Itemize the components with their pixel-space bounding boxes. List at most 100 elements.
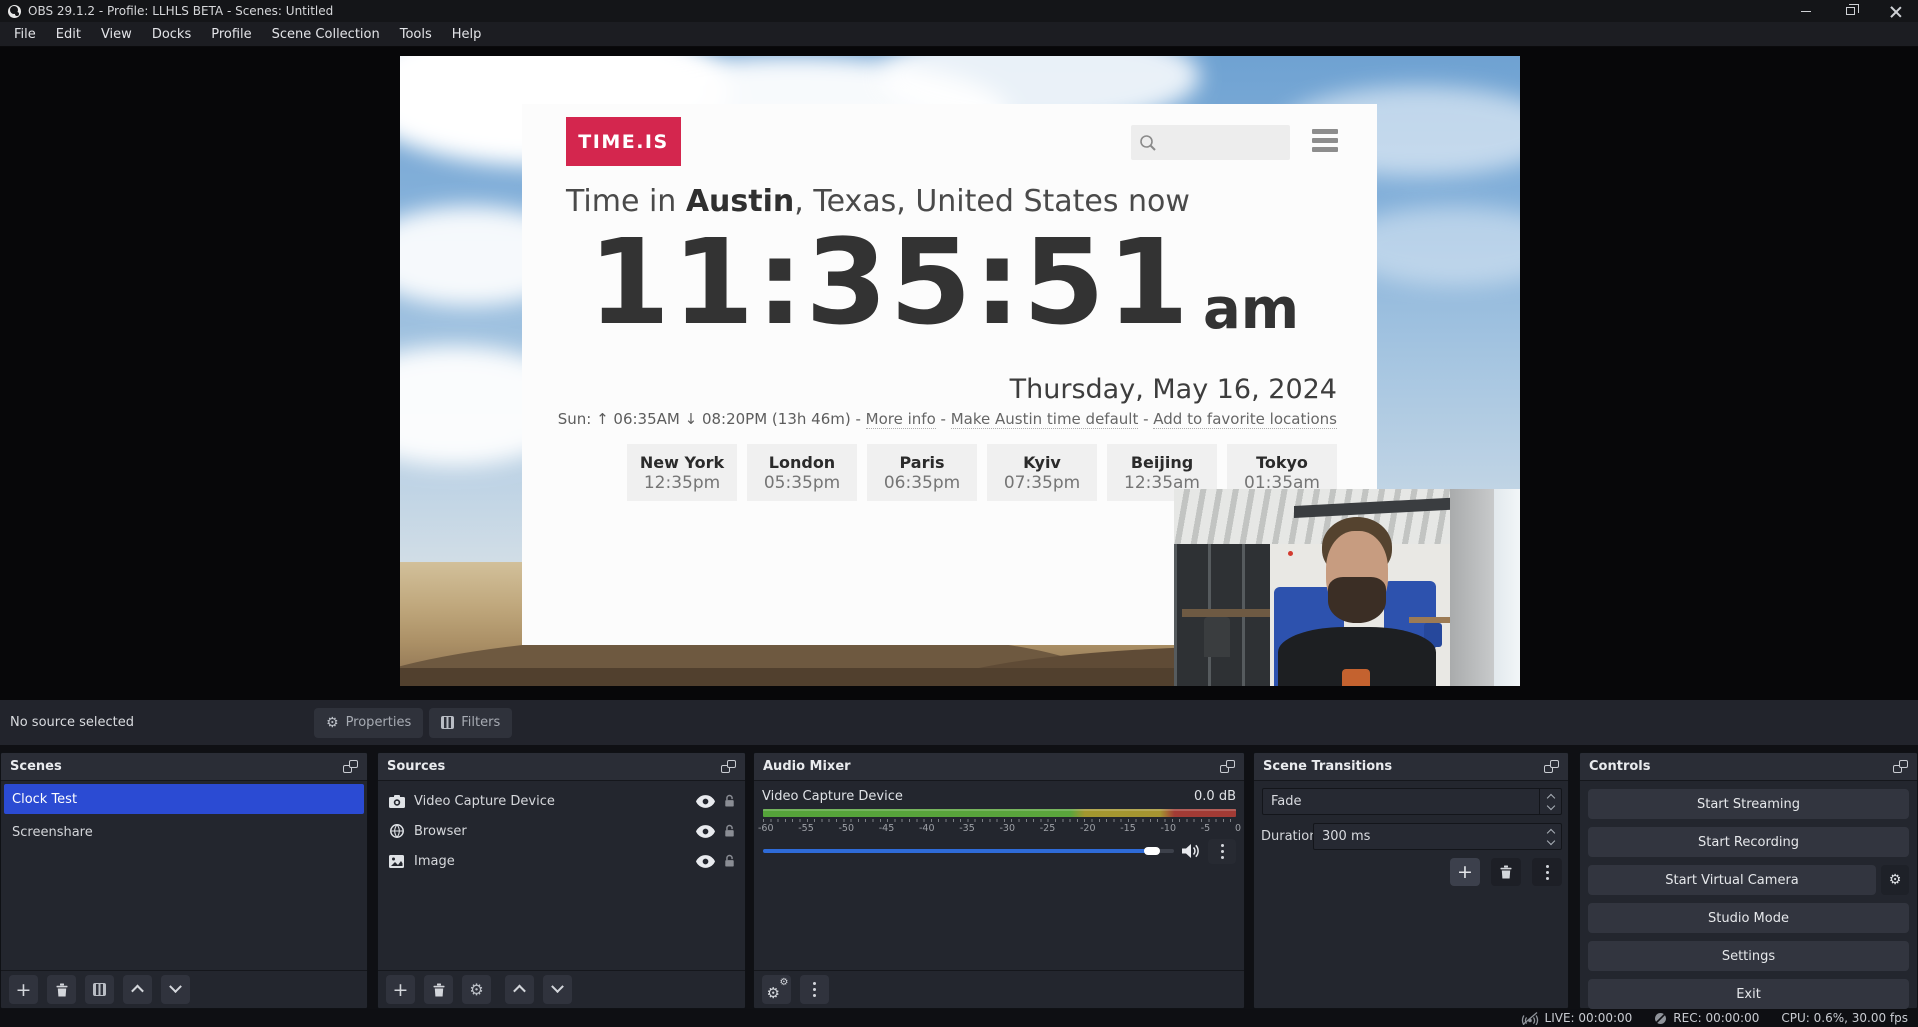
transition-options-button[interactable] xyxy=(1532,858,1562,886)
more-info-link: More info xyxy=(866,410,936,429)
menu-tools[interactable]: Tools xyxy=(390,22,442,47)
source-move-down-button[interactable] xyxy=(543,975,572,1004)
scene-move-up-button[interactable] xyxy=(123,975,152,1004)
live-status: LIVE: 00:00:00 xyxy=(1521,1011,1633,1025)
title-bar: OBS 29.1.2 - Profile: LLHLS BETA - Scene… xyxy=(0,0,1918,22)
close-button[interactable] xyxy=(1873,0,1918,22)
controls-panel: Controls Start Streaming Start Recording… xyxy=(1579,752,1918,1009)
trash-icon xyxy=(1500,865,1512,879)
advanced-audio-button[interactable]: ⚙⚙ xyxy=(762,975,791,1004)
popout-icon[interactable] xyxy=(1544,760,1559,773)
scene-filters-button[interactable] xyxy=(85,975,114,1004)
properties-button[interactable]: ⚙ Properties xyxy=(314,708,423,738)
unlock-icon[interactable] xyxy=(724,854,735,868)
restore-button[interactable] xyxy=(1828,0,1873,22)
volume-slider-fill xyxy=(763,849,1158,853)
sources-toolbar: + ⚙ xyxy=(378,970,745,1008)
start-virtual-camera-button[interactable]: Start Virtual Camera xyxy=(1588,865,1876,895)
source-properties-button[interactable]: ⚙ xyxy=(462,975,491,1004)
source-label: Video Capture Device xyxy=(414,794,687,809)
menu-view[interactable]: View xyxy=(91,22,142,47)
scene-item-screenshare[interactable]: Screenshare xyxy=(4,817,364,847)
unlock-icon[interactable] xyxy=(724,824,735,838)
minimize-button[interactable] xyxy=(1783,0,1828,22)
webcam-overlay xyxy=(1174,489,1520,686)
add-source-button[interactable]: + xyxy=(386,975,415,1004)
add-favorite-link: Add to favorite locations xyxy=(1153,410,1337,429)
menu-scene-collection[interactable]: Scene Collection xyxy=(262,22,390,47)
popout-icon[interactable] xyxy=(343,760,358,773)
image-icon xyxy=(388,855,405,868)
mixer-menu-button[interactable] xyxy=(800,975,829,1004)
transition-select[interactable]: Fade xyxy=(1262,788,1562,815)
studio-mode-button[interactable]: Studio Mode xyxy=(1588,903,1909,933)
add-scene-button[interactable]: + xyxy=(9,975,38,1004)
popout-icon[interactable] xyxy=(1893,760,1908,773)
gear-icon: ⚙ xyxy=(1889,872,1902,888)
hamburger-icon xyxy=(1312,129,1338,156)
visibility-eye-icon[interactable] xyxy=(696,795,715,808)
mixer-options-button[interactable] xyxy=(1208,839,1236,864)
controls-header: Controls xyxy=(1580,753,1917,781)
chevron-up-icon xyxy=(131,985,144,998)
scenes-panel-header: Scenes xyxy=(1,753,367,781)
scene-transitions-title: Scene Transitions xyxy=(1263,759,1392,774)
volume-meter xyxy=(763,809,1236,817)
settings-button[interactable]: Settings xyxy=(1588,941,1909,971)
source-move-up-button[interactable] xyxy=(505,975,534,1004)
mixer-db-value: 0.0 dB xyxy=(1194,789,1236,804)
preview-canvas[interactable]: TIME.IS Time in Austin, Texas, United St… xyxy=(400,56,1520,686)
start-streaming-button[interactable]: Start Streaming xyxy=(1588,789,1909,819)
source-row-video-capture[interactable]: Video Capture Device xyxy=(378,786,745,816)
popout-icon[interactable] xyxy=(1220,760,1235,773)
chevron-down-icon xyxy=(169,980,182,993)
cpu-fps-text: CPU: 0.6%, 30.00 fps xyxy=(1781,1011,1908,1025)
live-timer: LIVE: 00:00:00 xyxy=(1545,1011,1633,1025)
volume-meter-ticks xyxy=(763,819,1236,822)
sources-panel-header: Sources xyxy=(378,753,745,781)
menu-docks[interactable]: Docks xyxy=(142,22,201,47)
unlock-icon[interactable] xyxy=(724,794,735,808)
status-bar: LIVE: 00:00:00 REC: 00:00:00 CPU: 0.6%, … xyxy=(0,1009,1918,1027)
source-context-bar: No source selected ⚙ Properties Filters xyxy=(0,700,1918,745)
source-row-browser[interactable]: Browser xyxy=(378,816,745,846)
volume-meter-labels: -60-55-50-45-40-35-30-25-20-15-10-50 xyxy=(758,823,1241,834)
clock-ampm: am xyxy=(1203,282,1299,338)
timeis-logo-text: TIME.IS xyxy=(578,131,668,153)
sources-title: Sources xyxy=(387,759,445,774)
menu-profile[interactable]: Profile xyxy=(201,22,261,47)
remove-source-button[interactable] xyxy=(424,975,453,1004)
volume-slider-handle[interactable] xyxy=(1144,847,1160,855)
visibility-eye-icon[interactable] xyxy=(696,855,715,868)
visibility-eye-icon[interactable] xyxy=(696,825,715,838)
filters-button[interactable]: Filters xyxy=(429,708,512,738)
virtual-camera-config-button[interactable]: ⚙ xyxy=(1881,865,1909,895)
start-recording-button[interactable]: Start Recording xyxy=(1588,827,1909,857)
source-row-image[interactable]: Image xyxy=(378,846,745,876)
window-title: OBS 29.1.2 - Profile: LLHLS BETA - Scene… xyxy=(28,4,333,18)
scene-transitions-panel: Scene Transitions Fade Duration 300 ms + xyxy=(1253,752,1569,1009)
remove-scene-button[interactable] xyxy=(47,975,76,1004)
speaker-icon[interactable] xyxy=(1182,844,1200,858)
world-clock: Paris06:35pm xyxy=(867,444,977,501)
add-transition-button[interactable]: + xyxy=(1450,858,1480,886)
properties-label: Properties xyxy=(346,715,412,730)
volume-slider[interactable] xyxy=(763,849,1174,853)
cpu-status: CPU: 0.6%, 30.00 fps xyxy=(1781,1011,1908,1025)
exit-button[interactable]: Exit xyxy=(1588,979,1909,1009)
filter-icon xyxy=(441,716,454,729)
mixer-toolbar: ⚙⚙ xyxy=(754,970,1244,1008)
webcam-desk xyxy=(1182,609,1270,617)
clock-time: 11:35:51 xyxy=(588,226,1191,338)
remove-transition-button[interactable] xyxy=(1491,858,1521,886)
duration-label: Duration xyxy=(1261,829,1317,844)
mixer-source-name: Video Capture Device xyxy=(762,789,903,804)
menu-file[interactable]: File xyxy=(4,22,46,47)
menu-edit[interactable]: Edit xyxy=(46,22,91,47)
popout-icon[interactable] xyxy=(721,760,736,773)
menu-help[interactable]: Help xyxy=(442,22,492,47)
scene-move-down-button[interactable] xyxy=(161,975,190,1004)
rec-status: REC: 00:00:00 xyxy=(1654,1011,1759,1025)
scene-item-clock-test[interactable]: Clock Test xyxy=(4,784,364,814)
duration-spinner[interactable]: 300 ms xyxy=(1313,823,1562,850)
